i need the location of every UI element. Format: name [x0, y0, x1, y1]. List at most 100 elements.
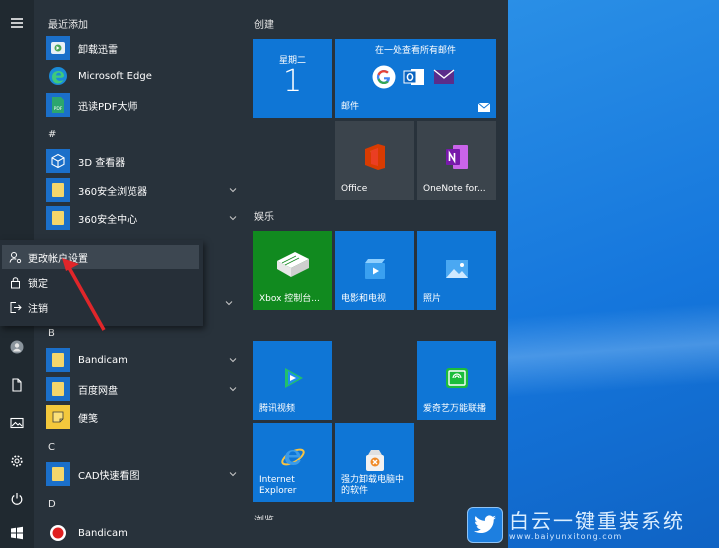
account-settings-icon [2, 251, 28, 264]
tile-label: 爱奇艺万能联播 [423, 404, 487, 414]
hamburger-menu-button[interactable] [0, 6, 34, 40]
tile-label: Office [341, 184, 368, 194]
app-label: CAD快速看图 [78, 470, 140, 482]
3d-viewer-icon [46, 149, 70, 173]
google-icon [372, 65, 396, 89]
chevron-down-icon[interactable] [228, 355, 238, 365]
app-item-thunder-uninstall[interactable]: 卸载迅雷 [46, 35, 242, 61]
app-item-baidu-netdisk[interactable]: 百度网盘 [46, 376, 242, 402]
tile-office[interactable]: Office [335, 121, 414, 200]
uninstaller-icon [365, 450, 384, 471]
edge-icon [46, 64, 70, 88]
onenote-icon [445, 145, 468, 169]
tile-iqiyi[interactable]: 爱奇艺万能联播 [417, 341, 496, 420]
app-item-360-browser[interactable]: 360安全浏览器 [46, 177, 242, 203]
watermark: 白云一键重装系统 www.baiyunxitong.com [467, 503, 717, 547]
group-title-entertainment[interactable]: 娱乐 [254, 208, 274, 223]
tile-xbox[interactable]: Xbox 控制台... [253, 231, 332, 310]
xbox-console-icon [276, 252, 309, 277]
folder-icon [46, 178, 70, 202]
watermark-url: www.baiyunxitong.com [509, 531, 623, 541]
app-item-360-security[interactable]: 360安全中心 [46, 205, 242, 231]
document-icon [12, 378, 22, 392]
tile-uninstaller[interactable]: 强力卸载电脑中的软件 [335, 423, 414, 502]
twitter-bird-logo-icon [467, 507, 503, 543]
app-label: 360安全浏览器 [78, 186, 148, 198]
tile-label: OneNote for... [423, 184, 486, 194]
tile-internet-explorer[interactable]: Internet Explorer [253, 423, 332, 502]
section-header-hash[interactable]: # [48, 129, 56, 140]
folder-icon [46, 206, 70, 230]
tile-label: 照片 [423, 294, 442, 304]
chevron-down-icon[interactable] [224, 298, 234, 308]
section-header-b[interactable]: B [48, 328, 55, 339]
chevron-down-icon[interactable] [228, 185, 238, 195]
app-item-bandicam-folder[interactable]: Bandicam [46, 347, 242, 373]
section-header-c[interactable]: C [48, 442, 55, 453]
chevron-down-icon[interactable] [228, 384, 238, 394]
tencent-video-icon [284, 368, 303, 388]
calendar-day: 1 [282, 64, 303, 99]
windows-start-button[interactable] [0, 516, 34, 548]
internet-explorer-icon [280, 448, 305, 466]
section-header-d[interactable]: D [48, 499, 56, 510]
app-label: 3D 查看器 [78, 157, 126, 169]
folder-icon [46, 348, 70, 372]
tile-label: 邮件 [341, 102, 360, 112]
documents-button[interactable] [0, 368, 34, 402]
desktop-background [468, 0, 719, 548]
bandicam-record-icon [46, 521, 70, 545]
tile-tencent-video[interactable]: 腾讯视频 [253, 341, 332, 420]
tile-photos[interactable]: 照片 [417, 231, 496, 310]
svg-text:PDF: PDF [54, 106, 63, 112]
tile-mail[interactable]: 在一处查看所有邮件 邮件 [335, 39, 496, 118]
chevron-down-icon[interactable] [228, 469, 238, 479]
group-title-create[interactable]: 创建 [254, 16, 274, 31]
chevron-down-icon[interactable] [228, 213, 238, 223]
thunder-uninstall-icon [46, 36, 70, 60]
app-label: Microsoft Edge [78, 70, 152, 82]
group-title-partial[interactable]: 浏览 [254, 512, 274, 520]
mail-header: 在一处查看所有邮件 [374, 46, 456, 56]
fly-label: 锁定 [28, 278, 48, 290]
tile-label: Xbox 控制台... [259, 294, 320, 304]
iqiyi-icon [445, 368, 468, 388]
hamburger-icon [11, 18, 23, 28]
sign-out-icon [2, 301, 28, 314]
folder-icon [46, 377, 70, 401]
app-label: 百度网盘 [78, 385, 118, 397]
gear-icon [11, 455, 23, 467]
app-item-cad-viewer[interactable]: CAD快速看图 [46, 461, 242, 487]
mail-badge-icon [478, 103, 490, 112]
power-button[interactable] [0, 482, 34, 516]
app-item-bandicam[interactable]: Bandicam [46, 520, 242, 546]
tile-area: 创建 星期二 1 在一处查看所有邮件 邮件 Office OneNote for… [244, 0, 508, 548]
annotation-arrow [62, 258, 106, 331]
avatar-icon [10, 340, 24, 354]
tile-label: 电影和电视 [341, 294, 387, 304]
picture-icon [10, 417, 24, 429]
tile-calendar[interactable]: 星期二 1 [253, 39, 332, 118]
tile-label: 强力卸载电脑中的软件 [341, 475, 405, 496]
app-item-edge[interactable]: Microsoft Edge [46, 63, 242, 89]
lock-icon [2, 276, 28, 289]
watermark-title: 白云一键重装系统 [509, 508, 685, 533]
mail-envelope-icon [433, 69, 455, 84]
office-icon [364, 144, 385, 170]
app-label: 360安全中心 [78, 214, 138, 226]
pictures-button[interactable] [0, 406, 34, 440]
movies-tv-icon [364, 259, 385, 279]
app-label: 迅读PDF大师 [78, 101, 138, 113]
settings-button[interactable] [0, 444, 34, 478]
windows-logo-icon [11, 526, 23, 540]
app-label: Bandicam [78, 527, 128, 539]
app-item-pdf-reader[interactable]: PDF 迅读PDF大师 [46, 92, 242, 118]
user-avatar-button[interactable] [0, 330, 34, 364]
tile-onenote[interactable]: OneNote for... [417, 121, 496, 200]
outlook-icon [403, 69, 424, 85]
tile-movies-tv[interactable]: 电影和电视 [335, 231, 414, 310]
power-icon [11, 493, 23, 505]
app-item-sticky-notes[interactable]: 便笺 [46, 404, 242, 430]
photos-icon [445, 260, 468, 278]
app-item-3d-viewer[interactable]: 3D 查看器 [46, 148, 242, 174]
